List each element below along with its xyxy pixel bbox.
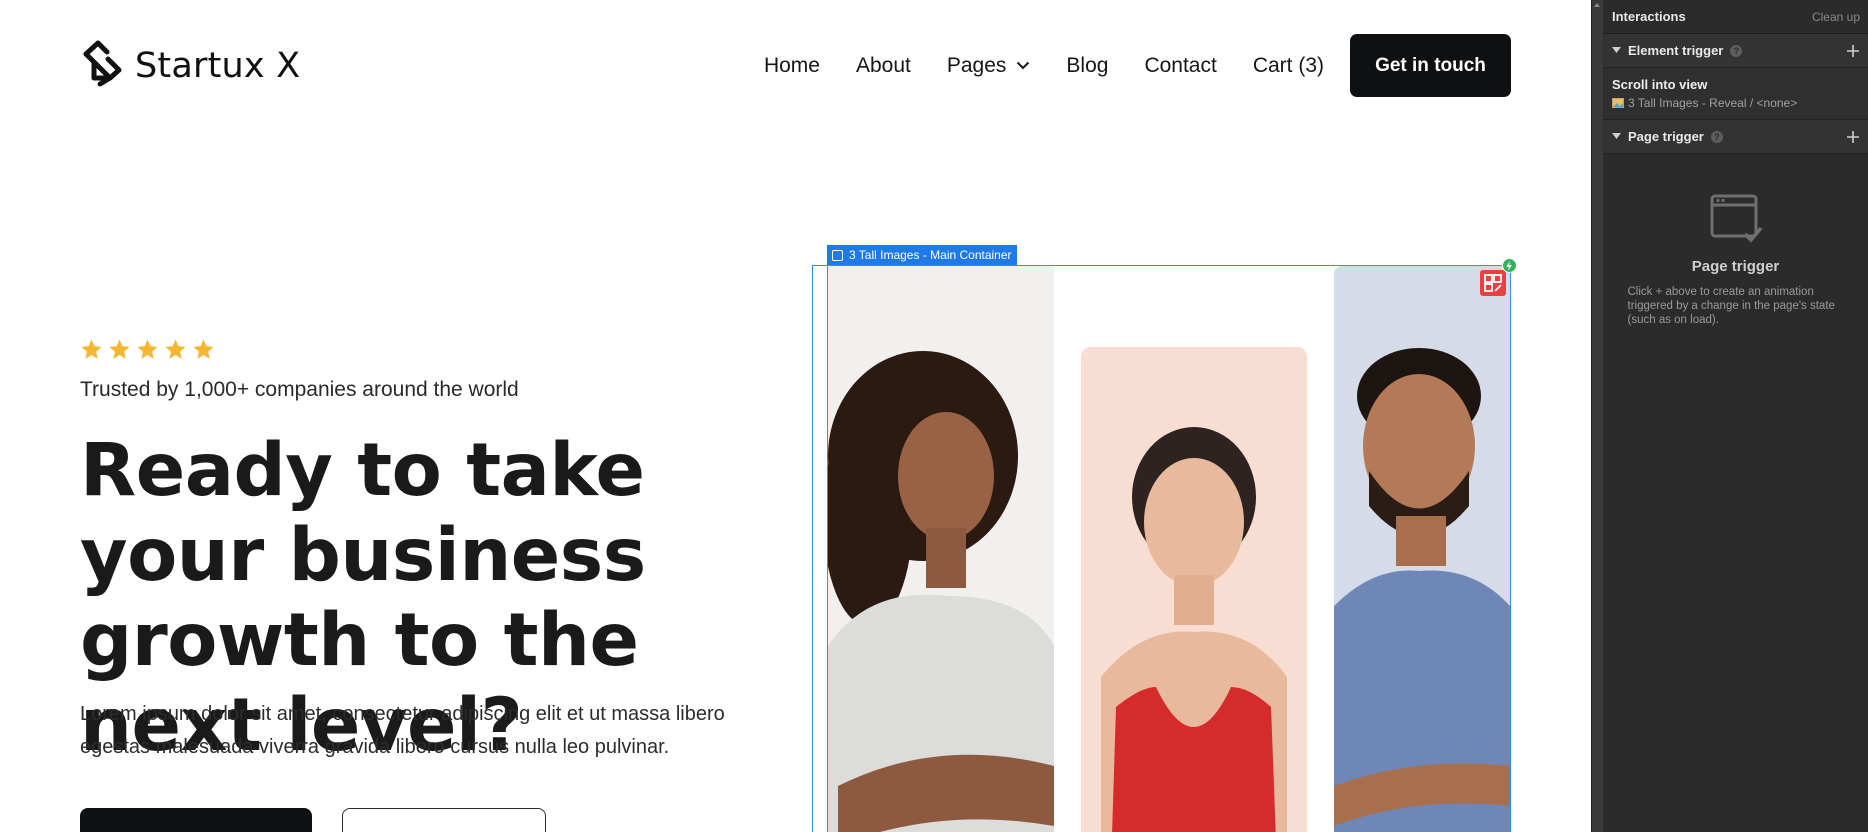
nav-cart[interactable]: Cart (3)	[1253, 54, 1324, 78]
hero-description: Lorem ipsum dolor sit amet, consectetur …	[80, 703, 725, 758]
interactions-panel: Interactions Clean up Element trigger ? …	[1603, 0, 1868, 832]
help-icon[interactable]: ?	[1710, 130, 1723, 143]
secondary-button[interactable]	[342, 808, 546, 832]
empty-state-title: Page trigger	[1691, 258, 1780, 275]
main-container-inner-outline	[827, 265, 1511, 832]
container-icon	[832, 249, 843, 261]
panel-title: Interactions	[1612, 9, 1686, 24]
triangle-down-icon	[1612, 133, 1621, 139]
element-trigger-label: Element trigger	[1628, 43, 1724, 58]
page-trigger-section[interactable]: Page trigger ?	[1603, 120, 1868, 154]
nav-pages-label: Pages	[946, 53, 1007, 77]
triangle-down-icon	[1612, 47, 1621, 53]
main-nav: Home About Pages Blog Contact Cart (3) G…	[764, 34, 1511, 97]
plus-icon[interactable]	[1847, 44, 1859, 57]
get-in-touch-button[interactable]: Get in touch	[1350, 34, 1511, 97]
selected-element-label: 3 Tall Images - Main Container	[849, 248, 1012, 262]
trigger-item[interactable]: Scroll into view 3 Tall Images - Reveal …	[1603, 68, 1868, 120]
chevron-down-icon	[1017, 61, 1030, 70]
nav-about[interactable]: About	[856, 54, 911, 78]
empty-state-description: Click + above to create an animation tri…	[1627, 286, 1835, 326]
logo-mark-icon	[83, 40, 122, 87]
site-canvas: Startux X Home About Pages Blog Contact …	[0, 0, 1591, 832]
star-icon	[165, 339, 186, 359]
logo[interactable]: Startux X	[80, 40, 300, 92]
element-trigger-section[interactable]: Element trigger ?	[1603, 34, 1868, 68]
clean-up-button[interactable]: Clean up	[1812, 10, 1860, 24]
lightning-glyph	[1506, 261, 1512, 271]
trigger-target: 3 Tall Images - Reveal / <none>	[1628, 96, 1798, 110]
scroll-up-icon[interactable]	[1594, 2, 1600, 8]
panel-scroll-strip[interactable]	[1591, 0, 1603, 832]
trusted-text: Trusted by 1,000+ companies around the w…	[80, 378, 519, 401]
selected-element-tag[interactable]: 3 Tall Images - Main Container	[827, 245, 1017, 265]
interaction-badge-icon[interactable]	[1480, 270, 1506, 296]
primary-button[interactable]	[80, 808, 312, 832]
logo-text: Startux X	[135, 46, 301, 86]
help-icon[interactable]: ?	[1730, 44, 1743, 57]
page-trigger-empty-state: Page trigger Click + above to create an …	[1603, 154, 1868, 327]
nav-blog[interactable]: Blog	[1066, 54, 1108, 78]
panel-header: Interactions Clean up	[1603, 0, 1868, 34]
interaction-badge-glyph	[1484, 274, 1502, 292]
nav-contact[interactable]: Contact	[1144, 54, 1216, 78]
page-trigger-label: Page trigger	[1628, 129, 1704, 144]
page-window-icon	[1710, 194, 1762, 243]
rating-stars	[80, 338, 215, 361]
star-icon	[81, 339, 102, 359]
plus-icon[interactable]	[1847, 130, 1859, 143]
star-icon	[137, 339, 158, 359]
star-icon	[109, 339, 130, 359]
nav-pages[interactable]: Pages	[947, 54, 1031, 78]
nav-home[interactable]: Home	[764, 54, 820, 78]
star-icon	[193, 339, 214, 359]
trigger-name: Scroll into view	[1612, 77, 1708, 92]
lightning-icon[interactable]	[1502, 258, 1517, 273]
image-icon	[1612, 98, 1624, 108]
